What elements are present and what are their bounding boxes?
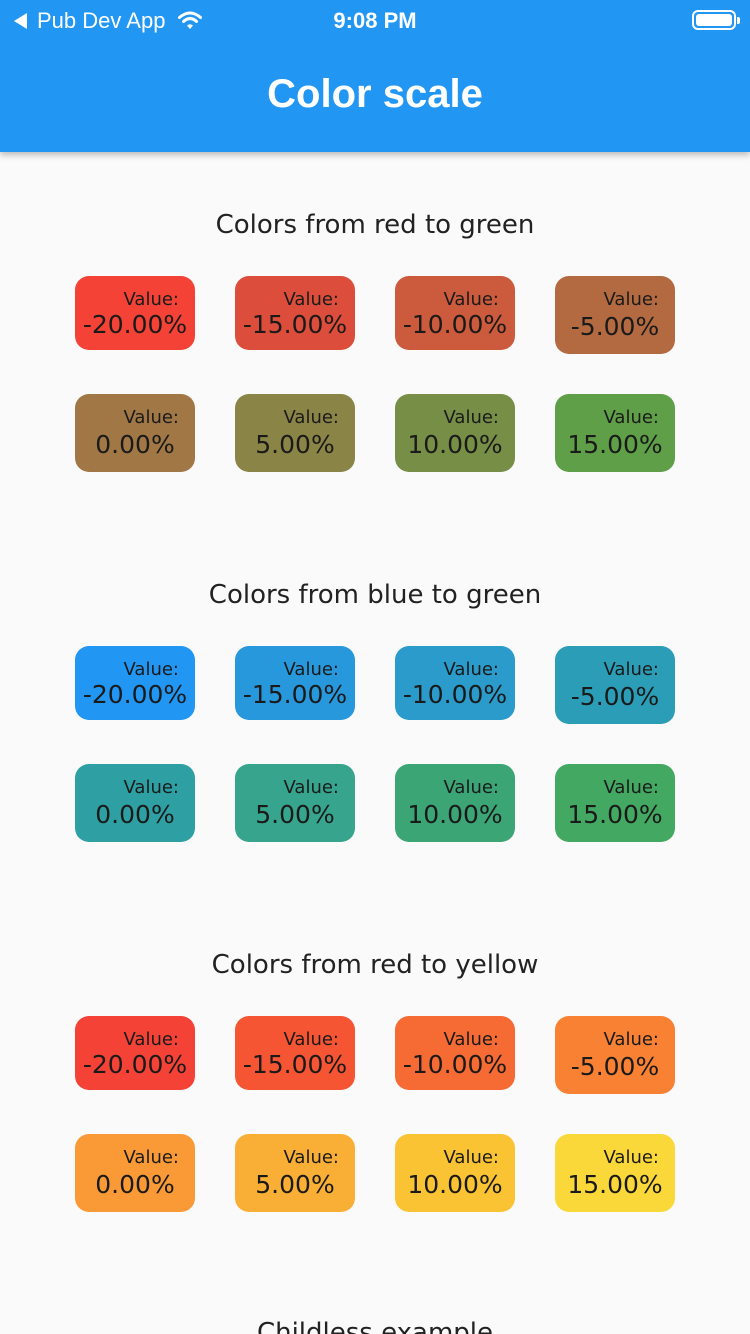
value-label: Value:	[603, 407, 660, 428]
value-label: Value:	[283, 1147, 340, 1168]
value-text: 5.00%	[255, 1170, 335, 1199]
value-tile: Value: -5.00%	[555, 646, 675, 724]
value-label: Value:	[603, 289, 660, 310]
value-tile: Value: 5.00%	[235, 764, 355, 842]
value-text: -15.00%	[242, 1050, 348, 1079]
value-label: Value:	[443, 659, 500, 680]
value-tile: Value: 5.00%	[235, 394, 355, 472]
value-label: Value:	[123, 407, 180, 428]
value-text: 5.00%	[255, 800, 335, 829]
value-label: Value:	[603, 1029, 660, 1050]
value-tile: Value: -15.00%	[235, 1016, 355, 1090]
value-tile: Value: 5.00%	[235, 1134, 355, 1212]
value-tile: Value: -10.00%	[395, 1016, 515, 1090]
value-label: Value:	[443, 407, 500, 428]
value-text: -5.00%	[570, 312, 660, 341]
value-text: 0.00%	[95, 800, 175, 829]
value-label: Value:	[603, 1147, 660, 1168]
value-tile: Value: -5.00%	[555, 276, 675, 354]
value-tile: Value: 10.00%	[395, 394, 515, 472]
value-tile: Value: -10.00%	[395, 276, 515, 350]
value-tile: Value: 10.00%	[395, 1134, 515, 1212]
value-label: Value:	[443, 1147, 500, 1168]
value-label: Value:	[283, 659, 340, 680]
page-title: Color scale	[267, 72, 483, 116]
value-text: -10.00%	[402, 680, 508, 709]
section-title-childless: Childless example	[256, 1318, 494, 1334]
value-tile: Value: 0.00%	[75, 764, 195, 842]
value-tile: Value: -10.00%	[395, 646, 515, 720]
value-label: Value:	[123, 1029, 180, 1050]
value-text: 0.00%	[95, 1170, 175, 1199]
section-title: Colors from blue to green	[208, 580, 542, 610]
value-label: Value:	[603, 777, 660, 798]
value-label: Value:	[283, 777, 340, 798]
value-text: 15.00%	[567, 430, 663, 459]
value-text: 5.00%	[255, 430, 335, 459]
value-tile: Value: -15.00%	[235, 646, 355, 720]
value-label: Value:	[123, 1147, 180, 1168]
value-text: 0.00%	[95, 430, 175, 459]
value-tile: Value: 0.00%	[75, 1134, 195, 1212]
value-tile: Value: 15.00%	[555, 764, 675, 842]
value-tile: Value: -5.00%	[555, 1016, 675, 1094]
value-label: Value:	[443, 289, 500, 310]
value-label: Value:	[123, 777, 180, 798]
value-label: Value:	[283, 407, 340, 428]
value-label: Value:	[443, 1029, 500, 1050]
value-tile: Value: 15.00%	[555, 394, 675, 472]
value-tile: Value: -20.00%	[75, 276, 195, 350]
value-tile: Value: -15.00%	[235, 276, 355, 350]
value-text: 15.00%	[567, 1170, 663, 1199]
value-label: Value:	[603, 659, 660, 680]
value-text: -15.00%	[242, 310, 348, 339]
app-header: Pub Dev App 9:08 PM Color scale	[0, 0, 750, 152]
value-tile: Value: -20.00%	[75, 1016, 195, 1090]
value-text: 10.00%	[407, 430, 503, 459]
status-time: 9:08 PM	[333, 8, 417, 33]
value-text: -5.00%	[570, 1052, 660, 1081]
value-text: -20.00%	[82, 680, 188, 709]
value-label: Value:	[123, 289, 180, 310]
value-text: 15.00%	[567, 800, 663, 829]
section-title: Colors from red to yellow	[211, 950, 539, 980]
value-text: -20.00%	[82, 310, 188, 339]
value-label: Value:	[283, 1029, 340, 1050]
value-label: Value:	[283, 289, 340, 310]
section-title: Colors from red to green	[215, 210, 535, 240]
value-label: Value:	[443, 777, 500, 798]
status-bar: Pub Dev App 9:08 PM	[0, 0, 750, 40]
value-text: -20.00%	[82, 1050, 188, 1079]
value-text: -15.00%	[242, 680, 348, 709]
value-label: Value:	[123, 659, 180, 680]
value-tile: Value: -20.00%	[75, 646, 195, 720]
value-text: -10.00%	[402, 1050, 508, 1079]
value-tile: Value: 15.00%	[555, 1134, 675, 1212]
value-text: 10.00%	[407, 800, 503, 829]
value-text: -10.00%	[402, 310, 508, 339]
value-tile: Value: 10.00%	[395, 764, 515, 842]
value-text: -5.00%	[570, 682, 660, 711]
battery-icon	[692, 10, 740, 30]
value-tile: Value: 0.00%	[75, 394, 195, 472]
value-text: 10.00%	[407, 1170, 503, 1199]
